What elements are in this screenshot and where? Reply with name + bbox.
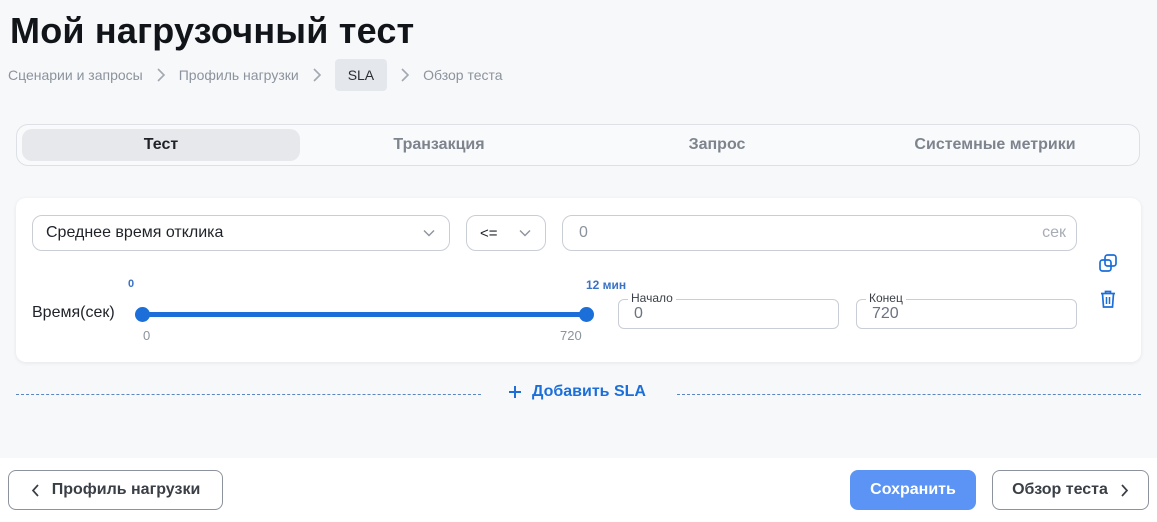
chevron-right-icon (1121, 483, 1129, 497)
threshold-input[interactable]: 0 сек (562, 215, 1077, 251)
start-time-legend: Начало (628, 291, 676, 305)
add-sla-button[interactable]: Добавить SLA (508, 383, 646, 401)
time-range-slider-track[interactable] (142, 312, 586, 317)
end-time-legend: Конец (866, 291, 906, 305)
tab-transaction[interactable]: Транзакция (300, 129, 578, 161)
plus-icon (509, 386, 521, 398)
breadcrumb-item-load-profile[interactable]: Профиль нагрузки (179, 67, 299, 83)
chevron-left-icon (31, 483, 39, 497)
slider-top-min-label: 0 (128, 278, 135, 290)
page-title: Мой нагрузочный тест (10, 10, 415, 51)
chevron-right-icon (387, 68, 423, 82)
chevron-right-icon (143, 68, 179, 82)
breadcrumb-item-scenarios[interactable]: Сценарии и запросы (8, 67, 143, 83)
tab-test[interactable]: Тест (22, 129, 300, 161)
back-button-label: Профиль нагрузки (51, 481, 201, 498)
breadcrumb: Сценарии и запросы Профиль нагрузки SLA … (8, 58, 503, 92)
chevron-down-icon (423, 230, 435, 237)
slider-bottom-min-label: 0 (143, 328, 151, 343)
back-button[interactable]: Профиль нагрузки (8, 470, 223, 510)
tab-request[interactable]: Запрос (578, 129, 856, 161)
breadcrumb-item-overview[interactable]: Обзор теста (423, 67, 502, 83)
metric-select[interactable]: Среднее время отклика (32, 215, 450, 251)
next-button[interactable]: Обзор теста (992, 470, 1149, 510)
save-button[interactable]: Сохранить (850, 470, 976, 510)
slider-start-handle[interactable] (134, 307, 150, 322)
sla-card: Среднее время отклика <= 0 сек Время(сек… (16, 198, 1141, 362)
start-time-value: 0 (634, 305, 643, 322)
slider-bottom-max-label: 720 (560, 328, 582, 343)
next-button-label: Обзор теста (1012, 481, 1108, 498)
trash-icon[interactable] (1097, 288, 1119, 310)
start-time-field[interactable]: Начало 0 (618, 291, 839, 329)
end-time-value: 720 (872, 305, 899, 322)
save-button-label: Сохранить (870, 481, 956, 498)
end-time-field[interactable]: Конец 720 (856, 291, 1077, 329)
chevron-right-icon (299, 68, 335, 82)
chevron-down-icon (519, 230, 531, 237)
slider-end-handle[interactable] (578, 307, 594, 322)
divider (16, 394, 481, 395)
copy-icon[interactable] (1097, 252, 1119, 274)
add-sla-label: Добавить SLA (532, 383, 646, 400)
sla-level-tabs: Тест Транзакция Запрос Системные метрики (16, 124, 1140, 166)
slider-top-max-label: 12 мин (586, 278, 627, 292)
time-range-label: Время(сек) (32, 304, 115, 321)
threshold-value: 0 (579, 224, 588, 241)
breadcrumb-item-sla[interactable]: SLA (334, 59, 388, 91)
threshold-unit: сек (1042, 224, 1066, 241)
metric-select-value: Среднее время отклика (46, 224, 224, 241)
divider (677, 394, 1141, 395)
add-sla-row: Добавить SLA (16, 380, 1141, 408)
tab-system-metrics[interactable]: Системные метрики (856, 129, 1134, 161)
operator-select[interactable]: <= (466, 215, 546, 251)
operator-select-value: <= (480, 224, 498, 242)
footer-bar: Профиль нагрузки Сохранить Обзор теста (0, 458, 1157, 522)
